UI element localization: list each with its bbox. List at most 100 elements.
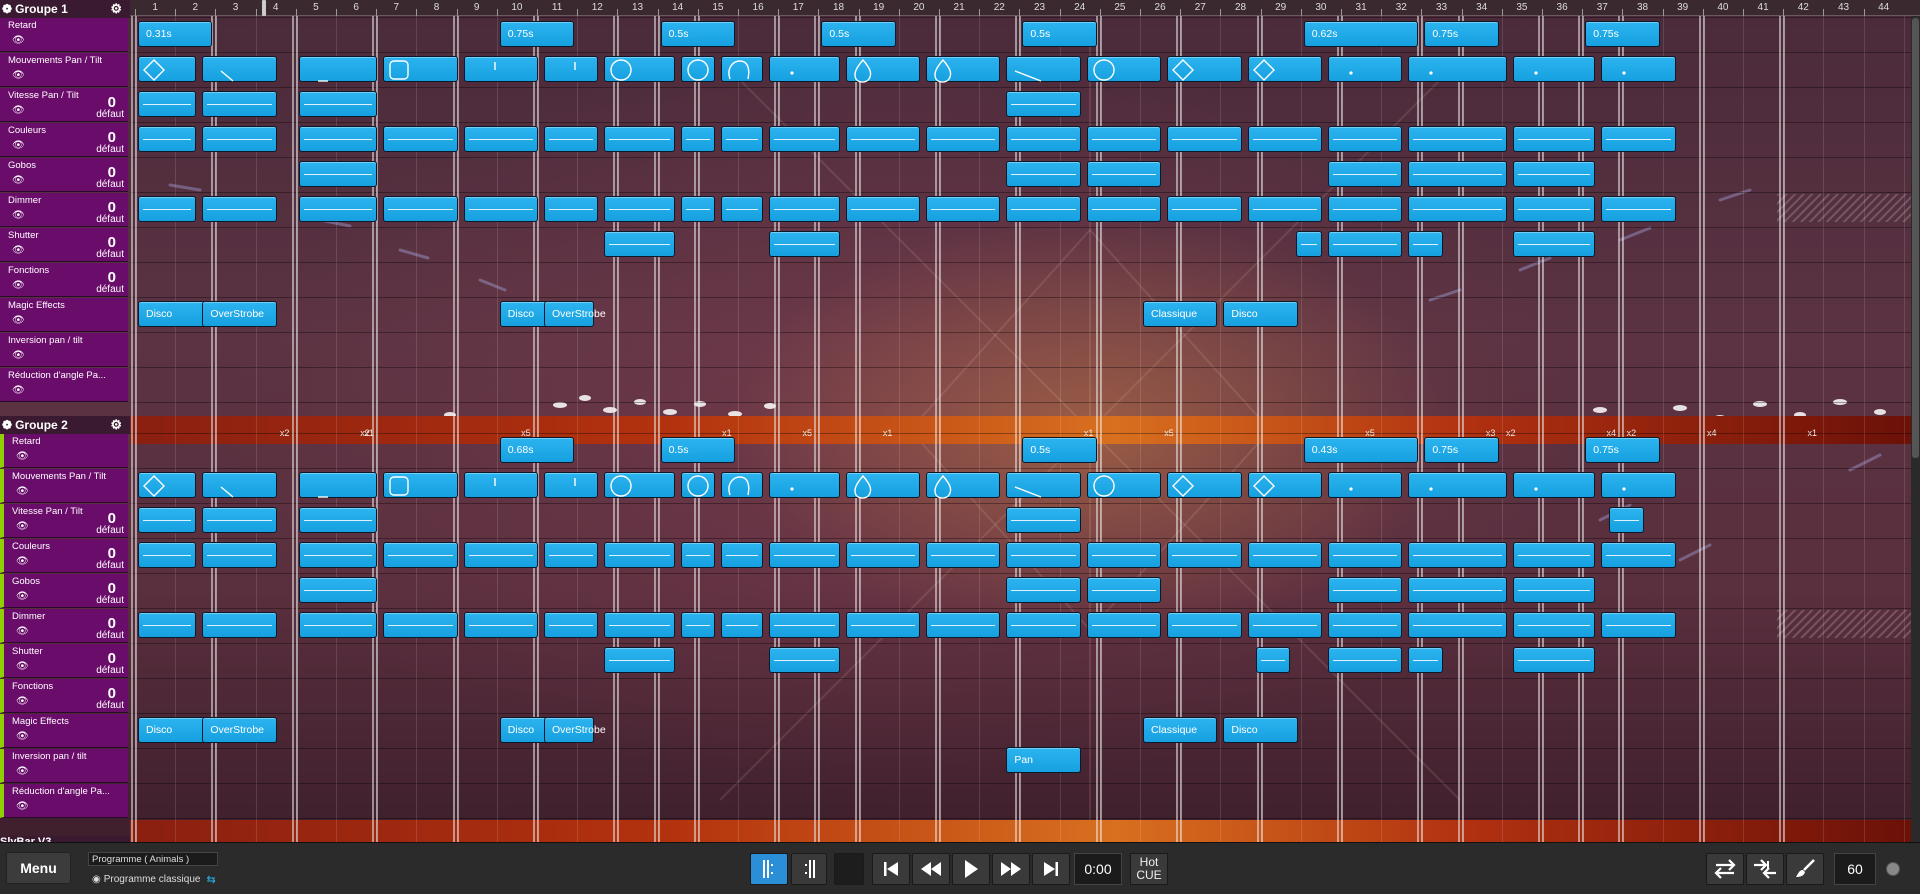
color-block[interactable] bbox=[1327, 542, 1403, 568]
delay-block[interactable]: 0.75s bbox=[1424, 437, 1499, 463]
track-label-1-4[interactable]: Gobos 👁 0 défaut bbox=[0, 158, 128, 192]
menu-button[interactable]: Menu bbox=[6, 852, 71, 884]
color-block[interactable] bbox=[383, 126, 458, 152]
movement-block[interactable] bbox=[202, 56, 277, 82]
segment-separator[interactable] bbox=[1698, 16, 1705, 842]
movement-block[interactable] bbox=[544, 472, 599, 498]
movement-block[interactable] bbox=[1327, 56, 1403, 82]
color-block[interactable] bbox=[604, 542, 675, 568]
movement-block[interactable] bbox=[604, 472, 675, 498]
color-block[interactable] bbox=[845, 542, 920, 568]
track-label-1-8[interactable]: Magic Effects 👁 bbox=[0, 298, 128, 332]
color-block[interactable] bbox=[845, 126, 920, 152]
bpm-display[interactable]: 60 bbox=[1834, 853, 1876, 885]
shutter-block[interactable] bbox=[1408, 647, 1443, 673]
movement-block[interactable] bbox=[383, 56, 458, 82]
dimmer-block[interactable] bbox=[544, 612, 599, 638]
gobo-block[interactable] bbox=[298, 577, 378, 603]
track-label-1-9[interactable]: Inversion pan / tilt 👁 bbox=[0, 333, 128, 367]
gobo-block[interactable] bbox=[1327, 577, 1403, 603]
eye-icon[interactable]: 👁 bbox=[16, 731, 29, 742]
movement-block[interactable] bbox=[925, 56, 1001, 83]
movement-block[interactable] bbox=[1247, 56, 1322, 82]
track-label-2-6[interactable]: Shutter 👁 0 défaut bbox=[0, 644, 128, 678]
dimmer-block[interactable] bbox=[1512, 612, 1596, 638]
dimmer-block[interactable] bbox=[604, 196, 675, 222]
group-header-1[interactable]: ❁ Groupe 1 ⚙ bbox=[0, 0, 130, 18]
speed-block[interactable] bbox=[202, 507, 277, 533]
shutter-block[interactable] bbox=[1327, 231, 1403, 257]
loop-end-button[interactable] bbox=[791, 853, 827, 885]
segment-separator[interactable] bbox=[291, 16, 298, 842]
segment-separator[interactable] bbox=[131, 16, 137, 842]
movement-block[interactable] bbox=[1247, 472, 1322, 498]
dimmer-block[interactable] bbox=[845, 196, 920, 222]
eye-icon[interactable]: 👁 bbox=[16, 626, 29, 637]
gobo-block[interactable] bbox=[1512, 161, 1596, 187]
movement-block[interactable] bbox=[1327, 472, 1403, 498]
delay-block[interactable]: 0.75s bbox=[499, 21, 575, 47]
track-label-2-1[interactable]: Mouvements Pan / Tilt 👁 bbox=[0, 469, 128, 503]
movement-block[interactable] bbox=[1601, 472, 1676, 498]
track-label-1-3[interactable]: Couleurs 👁 0 défaut bbox=[0, 123, 128, 157]
timeline-grid[interactable]: x2 x2 x1 x5 x1 x5 x1 x1 x5 x5 x3 x2 x4 x2 x4 x1 0.31s 0.7… bbox=[130, 16, 1920, 842]
dimmer-block[interactable] bbox=[1247, 612, 1322, 638]
play-button[interactable] bbox=[952, 853, 990, 885]
color-block[interactable] bbox=[769, 542, 840, 568]
program-name-field[interactable] bbox=[88, 852, 218, 866]
gobo-block[interactable] bbox=[1086, 577, 1162, 603]
movement-block[interactable] bbox=[1167, 472, 1242, 498]
track-label-2-3[interactable]: Couleurs 👁 0 défaut bbox=[0, 539, 128, 573]
color-block[interactable] bbox=[202, 126, 277, 152]
eye-icon[interactable]: 👁 bbox=[12, 385, 25, 396]
color-block[interactable] bbox=[1327, 126, 1403, 152]
dimmer-block[interactable] bbox=[383, 196, 458, 222]
dimmer-block[interactable] bbox=[202, 612, 277, 638]
color-block[interactable] bbox=[1601, 126, 1676, 152]
speed-block[interactable] bbox=[138, 91, 197, 117]
delay-block[interactable]: 0.5s bbox=[1022, 437, 1097, 463]
color-block[interactable] bbox=[925, 542, 1001, 568]
dimmer-block[interactable] bbox=[383, 612, 458, 638]
shutter-block[interactable] bbox=[1408, 231, 1443, 257]
magic-effect-block[interactable]: Disco bbox=[138, 301, 213, 327]
movement-block[interactable] bbox=[298, 472, 378, 498]
movement-block[interactable] bbox=[1006, 472, 1081, 498]
segment-separator[interactable] bbox=[1779, 16, 1786, 842]
scrollbar-thumb[interactable] bbox=[1912, 18, 1919, 458]
skip-end-button[interactable] bbox=[1032, 853, 1070, 885]
speed-block[interactable] bbox=[202, 91, 277, 117]
track-label-1-1[interactable]: Mouvements Pan / Tilt 👁 bbox=[0, 53, 128, 87]
dimmer-block[interactable] bbox=[463, 196, 538, 222]
magic-effect-block[interactable]: Classique bbox=[1143, 717, 1218, 743]
speed-block[interactable] bbox=[1006, 507, 1081, 533]
movement-block[interactable] bbox=[463, 472, 538, 498]
color-block[interactable] bbox=[463, 126, 538, 152]
speed-block[interactable] bbox=[1609, 507, 1644, 533]
movement-block[interactable] bbox=[680, 56, 715, 82]
gobo-block[interactable] bbox=[1327, 161, 1403, 187]
movement-block[interactable] bbox=[1086, 56, 1162, 82]
eye-icon[interactable]: 👁 bbox=[16, 661, 29, 672]
track-label-2-4[interactable]: Gobos 👁 0 défaut bbox=[0, 574, 128, 608]
delay-block[interactable]: 0.31s bbox=[138, 21, 213, 47]
dimmer-block[interactable] bbox=[720, 196, 764, 222]
speed-block[interactable] bbox=[138, 507, 197, 533]
color-block[interactable] bbox=[1006, 126, 1081, 152]
dimmer-block[interactable] bbox=[720, 612, 764, 638]
delay-block[interactable]: 0.5s bbox=[660, 21, 735, 47]
dimmer-block[interactable] bbox=[1006, 612, 1081, 638]
eye-icon[interactable]: 👁 bbox=[12, 315, 25, 326]
radio-icon[interactable]: ◉ bbox=[92, 874, 101, 885]
delay-block[interactable]: 0.75s bbox=[1585, 21, 1660, 47]
movement-block[interactable] bbox=[1408, 56, 1507, 82]
movement-block[interactable] bbox=[383, 472, 458, 498]
delay-block[interactable]: 0.5s bbox=[1022, 21, 1097, 47]
track-label-2-8[interactable]: Magic Effects 👁 bbox=[0, 714, 128, 748]
shutter-block[interactable] bbox=[1512, 647, 1596, 673]
movement-block[interactable] bbox=[1167, 56, 1242, 82]
color-block[interactable] bbox=[1408, 542, 1507, 568]
playhead-marker[interactable] bbox=[262, 0, 266, 16]
track-label-1-2[interactable]: Vitesse Pan / Tilt 👁 0 défaut bbox=[0, 88, 128, 122]
movement-block[interactable] bbox=[1601, 56, 1676, 82]
